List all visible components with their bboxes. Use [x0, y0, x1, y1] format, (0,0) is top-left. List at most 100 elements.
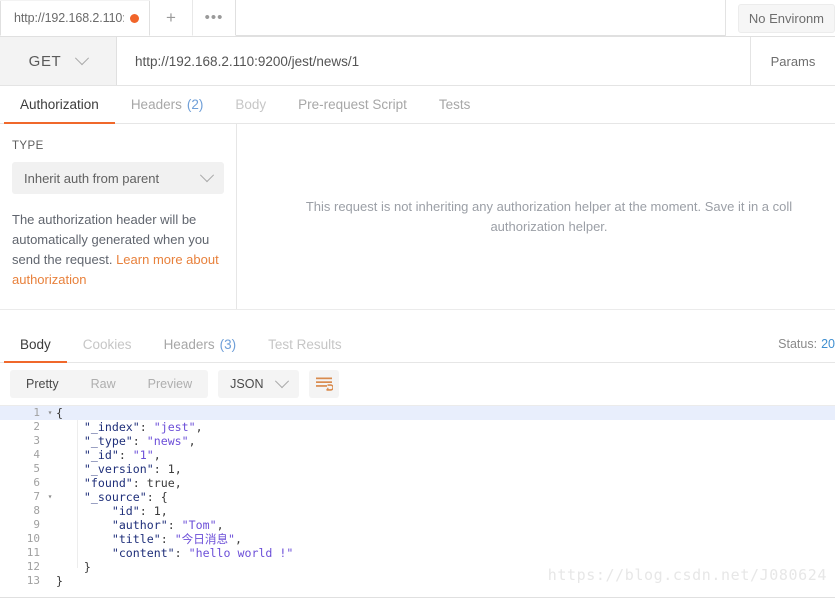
- new-tab-button[interactable]: +: [150, 0, 193, 36]
- request-tab[interactable]: http://192.168.2.110:9: [0, 1, 150, 36]
- code-token: "found": [83, 476, 133, 490]
- code-token: ,: [188, 434, 196, 448]
- code-token: ,: [235, 532, 243, 546]
- code-token: :: [139, 504, 154, 518]
- code-token: :: [153, 462, 168, 476]
- tab-authorization[interactable]: Authorization: [4, 86, 115, 124]
- environment-selector[interactable]: No Environm: [737, 3, 835, 33]
- code-line: 4 "_id": "1",: [0, 448, 835, 462]
- fold-toggle-icon[interactable]: ▾: [44, 406, 56, 420]
- view-mode-preview[interactable]: Preview: [132, 370, 208, 398]
- environment-area: No Environm: [724, 0, 835, 37]
- response-tab-test-results[interactable]: Test Results: [252, 326, 358, 362]
- code-line: 7 ▾ "_source": {: [0, 490, 835, 504]
- response-language-select[interactable]: JSON: [218, 370, 300, 398]
- code-line: 9 "author": "Tom",: [0, 518, 835, 532]
- code-line: 3 "_type": "news",: [0, 434, 835, 448]
- code-token: "title": [111, 532, 161, 546]
- code-token: "Tom": [181, 518, 217, 532]
- code-line-text: "_source": {: [56, 490, 835, 504]
- line-number: 3: [33, 434, 40, 447]
- code-line-text: "_version": 1,: [56, 462, 835, 476]
- code-token: "author": [111, 518, 168, 532]
- tab-body[interactable]: Body: [219, 86, 282, 123]
- http-method-selector[interactable]: GET: [0, 37, 117, 85]
- response-view-mode-group: Pretty Raw Preview: [10, 370, 209, 398]
- code-line: 1 ▾{: [0, 406, 835, 420]
- chevron-down-icon: [275, 374, 290, 389]
- code-token: "1": [132, 448, 154, 462]
- view-mode-raw[interactable]: Raw: [75, 370, 132, 398]
- code-token: ,: [174, 462, 182, 476]
- code-token: 1: [153, 504, 161, 518]
- code-token: ,: [174, 476, 182, 490]
- code-line-text: "_id": "1",: [56, 448, 835, 462]
- line-number: 11: [26, 546, 40, 559]
- params-button[interactable]: Params: [751, 37, 835, 85]
- tab-count-badge: (2): [186, 97, 204, 112]
- indent-guide: [77, 420, 78, 568]
- code-token: }: [83, 560, 91, 574]
- code-token: "今日消息": [174, 532, 236, 546]
- tab-options-button[interactable]: •••: [193, 0, 236, 36]
- code-line-text: "title": "今日消息",: [56, 532, 835, 546]
- tab-headers[interactable]: Headers (2): [115, 86, 220, 123]
- code-line: 10 "title": "今日消息",: [0, 532, 835, 546]
- url-input[interactable]: http://192.168.2.110:9200/jest/news/1: [117, 37, 751, 85]
- response-format-toolbar: Pretty Raw Preview JSON: [0, 363, 835, 405]
- response-tab-headers[interactable]: Headers (3): [148, 326, 253, 362]
- authorization-right-pane: This request is not inheriting any autho…: [237, 124, 835, 309]
- tab-label: Body: [235, 97, 267, 112]
- auth-type-label: TYPE: [12, 140, 44, 152]
- code-token: ,: [216, 518, 224, 532]
- code-lines: 1 ▾{2 "_index": "jest", 3 "_type": "news",…: [0, 406, 835, 588]
- tab-label: Cookies: [82, 336, 132, 352]
- line-number: 4: [33, 448, 40, 461]
- tab-label: Body: [20, 336, 51, 352]
- http-method-label: GET: [28, 52, 62, 70]
- code-line-text: "_type": "news",: [56, 434, 835, 448]
- tab-tests[interactable]: Tests: [423, 86, 487, 123]
- tab-label: Test Results: [268, 336, 342, 352]
- response-tab-cookies[interactable]: Cookies: [67, 326, 148, 362]
- code-token: }: [56, 574, 63, 588]
- code-line-text: "_index": "jest",: [56, 420, 835, 434]
- chevron-down-icon: [199, 168, 215, 183]
- code-token: "_version": [83, 462, 154, 476]
- code-token: "_index": [83, 420, 140, 434]
- code-token: :: [174, 546, 189, 560]
- code-line-text: "author": "Tom",: [56, 518, 835, 532]
- code-token: true: [146, 476, 175, 490]
- tab-label: Headers: [163, 336, 215, 352]
- view-mode-pretty[interactable]: Pretty: [10, 370, 75, 398]
- auth-inherit-info-text: This request is not inheriting any autho…: [305, 199, 793, 234]
- response-tab-body[interactable]: Body: [4, 326, 67, 363]
- wrap-lines-icon: [315, 377, 333, 391]
- code-token: "id": [111, 504, 140, 518]
- code-line: 2 "_index": "jest",: [0, 420, 835, 434]
- auth-type-select[interactable]: Inherit auth from parent: [12, 162, 224, 194]
- line-number: 12: [26, 560, 40, 573]
- line-number: 7: [33, 490, 40, 503]
- code-token: "content": [111, 546, 175, 560]
- response-body-code[interactable]: 1 ▾{2 "_index": "jest", 3 "_type": "news",…: [0, 405, 835, 598]
- watermark: https://blog.csdn.net/J080624: [547, 566, 827, 584]
- code-token: "hello world !": [188, 546, 294, 560]
- tab-count-badge: (3): [219, 336, 237, 352]
- status-label: Status:: [778, 337, 818, 351]
- line-number: 2: [33, 420, 40, 433]
- tab-pre-request-script[interactable]: Pre-request Script: [282, 86, 423, 123]
- code-token: :: [132, 476, 147, 490]
- line-number: 9: [33, 518, 40, 531]
- code-line: 5 "_version": 1,: [0, 462, 835, 476]
- line-number: 13: [26, 574, 40, 587]
- code-token: :: [132, 434, 147, 448]
- wrap-lines-button[interactable]: [309, 370, 340, 398]
- status-value: 20: [821, 337, 835, 351]
- response-separator: [0, 309, 835, 326]
- code-line-text: "found": true,: [56, 476, 835, 490]
- code-line-text: "id": 1,: [56, 504, 835, 518]
- code-line: 8 "id": 1,: [0, 504, 835, 518]
- request-tabs: Authorization Headers (2) Body Pre-request S…: [0, 86, 835, 124]
- fold-toggle-icon[interactable]: ▾: [44, 490, 56, 504]
